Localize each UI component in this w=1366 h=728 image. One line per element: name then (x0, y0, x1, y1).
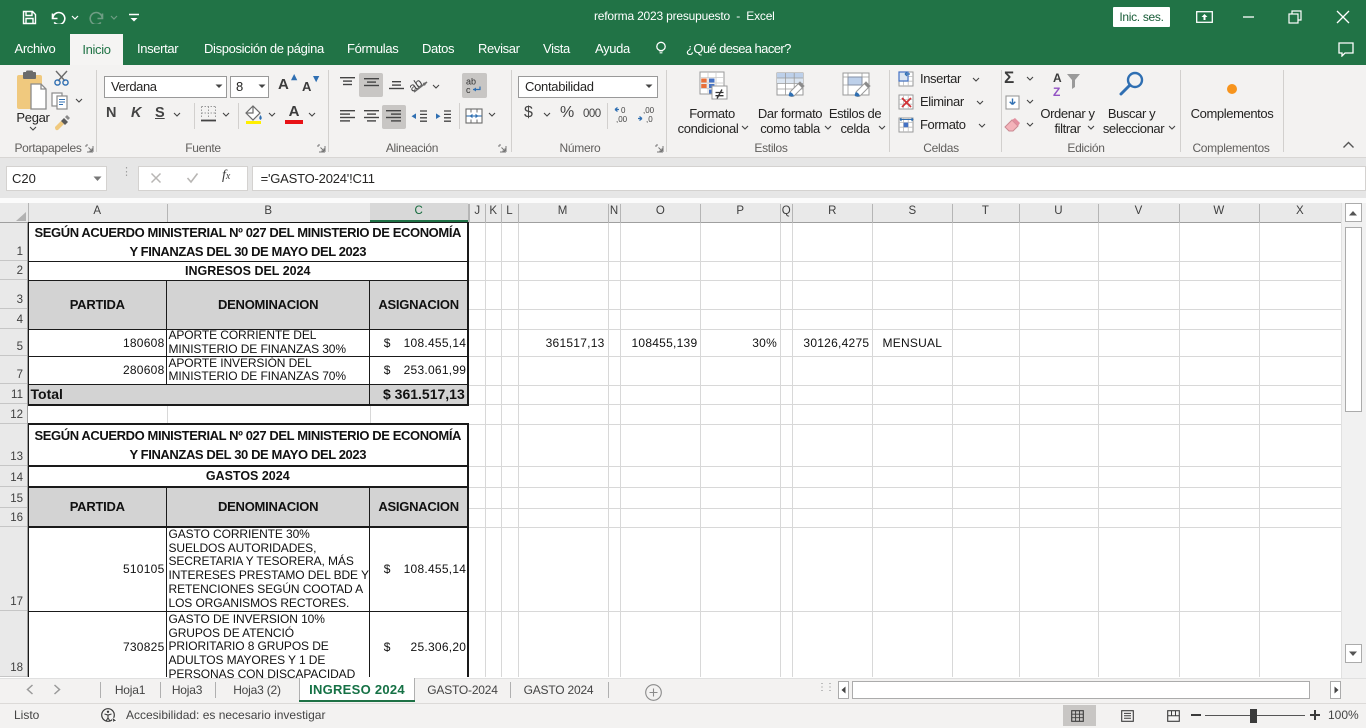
svg-text:,00: ,00 (616, 115, 628, 124)
svg-text:A: A (1053, 71, 1062, 85)
svg-text:0: 0 (621, 106, 626, 115)
svg-text:,00: ,00 (643, 106, 655, 115)
svg-text:,0: ,0 (646, 115, 653, 124)
svg-text:Z: Z (1053, 85, 1060, 99)
svg-text:c: c (466, 85, 471, 95)
